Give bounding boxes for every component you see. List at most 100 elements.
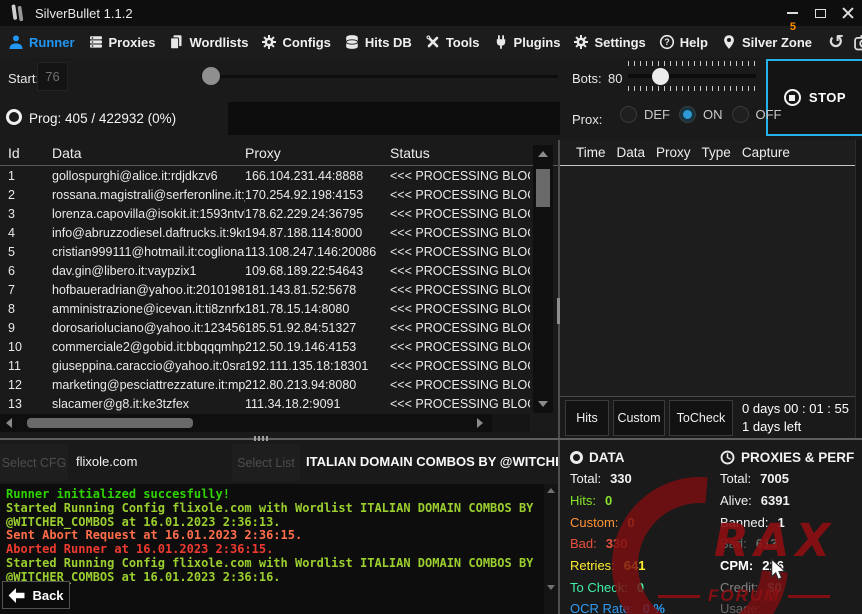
table-row[interactable]: 10 commerciale2@gobid.it:bbqqqmhp 212.50.1… — [0, 338, 530, 357]
hits-table-header: Time Data Proxy Type Capture — [560, 140, 855, 166]
scrollbar-corner — [492, 414, 530, 432]
server-icon — [89, 36, 102, 48]
screenshot-button[interactable] — [852, 32, 862, 52]
hits-table: Time Data Proxy Type Capture — [560, 140, 855, 396]
start-slider[interactable] — [201, 75, 558, 78]
stop-button[interactable]: STOP — [766, 59, 862, 136]
scrollbar-thumb[interactable] — [536, 169, 550, 207]
tab-hits[interactable]: Hits — [565, 399, 609, 436]
menu-item-hits-db[interactable]: Hits DB — [344, 34, 412, 50]
log-line: Started Running Config flixole.com with … — [6, 555, 534, 584]
log-line: Sent Abort Request at 16.01.2023 2:36:15… — [6, 528, 303, 543]
log-scrollbar[interactable] — [544, 484, 558, 614]
start-input[interactable]: 76 — [37, 62, 68, 91]
scroll-left-icon[interactable] — [6, 418, 12, 428]
scroll-up-icon[interactable] — [547, 488, 555, 493]
database-icon — [345, 35, 359, 49]
proxies-panel: PROXIES & PERF Total: 7005 Alive: 6391 Banne… — [720, 446, 862, 614]
results-horizontal-scrollbar[interactable] — [0, 414, 530, 432]
stat-row: Alive: 6391 — [720, 493, 790, 509]
table-row[interactable]: 7 hofbaueradrian@yahoo.it:20101985 181.143… — [0, 281, 530, 300]
scrollbar-thumb[interactable] — [27, 418, 193, 428]
col-id: Id — [8, 145, 20, 161]
table-row[interactable]: 3 lorenza.capovilla@isokit.it:1593ntvk 178… — [0, 205, 530, 224]
stat-row: Banned: 1 — [720, 514, 785, 530]
history-icon: ↺ — [828, 30, 844, 53]
proxies-panel-title: PROXIES & PERF — [741, 449, 855, 465]
radio-icon — [679, 106, 696, 123]
mouse-cursor — [771, 558, 786, 580]
back-button[interactable]: Back — [2, 581, 70, 609]
menu-item-proxies[interactable]: Proxies — [88, 34, 155, 50]
col-data: Data — [616, 145, 646, 160]
menu-item-configs[interactable]: Configs — [261, 34, 331, 50]
results-table-header: Id Data Proxy Status — [0, 140, 558, 166]
results-table: Id Data Proxy Status 1 gollospurghi@alice… — [0, 140, 558, 438]
menu-item-settings[interactable]: Settings — [573, 34, 646, 50]
prox-radio-off[interactable]: OFF — [731, 106, 782, 123]
select-list-button[interactable]: Select List — [232, 444, 300, 481]
table-row[interactable]: 5 cristian999111@hotmail.it:cogliona 113.1… — [0, 243, 530, 262]
stats-panels: DATA Total: 330 Hits: 0 Custom: 0 Bad: 330 Retri… — [562, 440, 862, 614]
prox-label: Prox: — [572, 112, 603, 127]
plug-icon — [496, 35, 505, 49]
table-row[interactable]: 4 info@abruzzodiesel.daftrucks.it:9kr5 194… — [0, 224, 530, 243]
menu-item-silver-zone[interactable]: Silver Zone 5 — [721, 21, 812, 50]
menu-item-tools[interactable]: Tools — [425, 34, 480, 50]
table-row[interactable]: 9 dorosarioluciano@yahoo.it:123456 185.51.… — [0, 319, 530, 338]
close-button[interactable] — [834, 0, 862, 26]
table-row[interactable]: 1 gollospurghi@alice.it:rdjdkzv6 166.104.2… — [0, 167, 530, 186]
elapsed-timer: 0 days 00 : 01 : 55 — [742, 400, 849, 416]
maximize-button[interactable] — [806, 0, 834, 26]
prox-radio-on[interactable]: ON — [679, 106, 723, 123]
table-row[interactable]: 6 dav.gin@libero.it:vaypzix1 109.68.189.22… — [0, 262, 530, 281]
table-row[interactable]: 12 marketing@pesciattrezzature.it:mpr 212.… — [0, 376, 530, 395]
bots-slider-thumb[interactable] — [652, 68, 669, 85]
back-arrow-icon — [8, 587, 25, 603]
camera-icon — [853, 34, 862, 50]
history-button[interactable]: ↺ — [825, 32, 847, 52]
stat-row: Custom: 0 — [570, 514, 635, 530]
table-row[interactable]: 8 amministrazione@icevan.it:ti8znrfx 181.7… — [0, 300, 530, 319]
tab-tocheck[interactable]: ToCheck — [669, 399, 733, 436]
results-vertical-scrollbar[interactable] — [533, 145, 553, 413]
stat-row: Retries: 641 — [570, 558, 646, 574]
prox-radio-def[interactable]: DEF — [620, 106, 670, 123]
bots-slider[interactable] — [628, 60, 756, 96]
progress-value: 405 / 422932 (0%) — [65, 111, 177, 126]
start-label: Start: — [8, 71, 40, 86]
stat-row: CPM:216 — [720, 558, 784, 574]
scroll-up-icon[interactable] — [538, 151, 548, 157]
map-pin-icon — [724, 35, 734, 49]
help-icon: ? — [659, 34, 674, 50]
bots-value: 80 — [608, 71, 623, 86]
stop-icon — [783, 89, 801, 106]
data-ring-icon — [570, 450, 583, 464]
menu-item-wordlists[interactable]: Wordlists — [168, 34, 248, 50]
table-row[interactable]: 11 giuseppina.caraccio@yahoo.it:0sra4 192.… — [0, 357, 530, 376]
right-scroll-strip — [855, 140, 862, 438]
menu-item-plugins[interactable]: Plugins — [493, 34, 560, 50]
menu-item-runner[interactable]: Runner — [8, 34, 75, 50]
table-row[interactable]: 2 rossana.magistrali@serferonline.it:j9 17… — [0, 186, 530, 205]
scroll-down-icon[interactable] — [547, 585, 555, 590]
proxies-panel-rows: Total:7005 Alive:6391 Banned:1 Bad:613 CPM:2… — [720, 468, 862, 614]
menu-bar: Runner Proxies Wordlists Configs Hits DB… — [0, 21, 862, 58]
stat-row: Total: 330 — [570, 471, 632, 487]
table-row[interactable]: 13 slacamer@g8.it:ke3tzfex 111.34.18.2:909… — [0, 395, 530, 411]
col-data: Data — [52, 145, 82, 161]
scroll-right-icon[interactable] — [477, 418, 483, 428]
tools-icon — [426, 35, 439, 48]
menu-item-help[interactable]: ? Help — [659, 34, 708, 50]
scroll-down-icon[interactable] — [538, 401, 548, 407]
progress-led-icon — [6, 109, 22, 125]
gear-icon — [262, 35, 277, 49]
stat-row: Bad: 613 — [720, 536, 778, 552]
start-slider-thumb[interactable] — [202, 67, 220, 85]
radio-icon — [731, 106, 749, 123]
tab-custom[interactable]: Custom — [613, 399, 665, 436]
col-proxy: Proxy — [656, 145, 691, 160]
select-cfg-button[interactable]: Select CFG — [0, 444, 68, 481]
data-panel-rows: Total: 330 Hits: 0 Custom: 0 Bad: 330 Retries: 64… — [570, 468, 712, 614]
stat-row: Credit: $0 — [720, 579, 782, 595]
